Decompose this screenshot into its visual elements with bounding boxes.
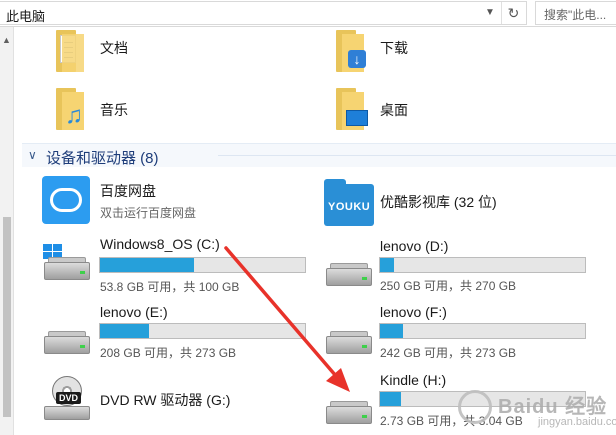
group-title: 设备和驱动器 (8) <box>46 150 159 167</box>
folder-documents[interactable]: 文档 <box>48 30 248 74</box>
group-divider <box>218 155 616 156</box>
search-box[interactable]: 搜索"此电... <box>535 1 616 25</box>
drive-d[interactable]: lenovo (D:) 250 GB 可用，共 270 GB <box>322 234 592 294</box>
drive-c[interactable]: Windows8_OS (C:) 53.8 GB 可用，共 100 GB <box>42 234 312 294</box>
folder-music[interactable]: ♫ 音乐 <box>48 88 248 132</box>
group-header-devices[interactable]: ∨ 设备和驱动器 (8) <box>22 143 616 167</box>
scroll-up-icon[interactable]: ▲ <box>2 35 11 45</box>
navigation-pane-scrollbar[interactable]: ▲ <box>0 27 14 435</box>
watermark-text: Baidu 经验 <box>498 396 608 418</box>
app-name: 优酷影视库 (32 位) <box>380 194 497 210</box>
drive-icon <box>324 324 374 358</box>
app-baidu-netdisk[interactable]: 百度网盘 双击运行百度网盘 <box>42 176 292 228</box>
drive-usage-bar <box>379 257 586 273</box>
drive-icon <box>324 394 374 428</box>
address-bar[interactable]: 此电脑 ▼ ↻ <box>0 1 527 25</box>
drive-name: lenovo (F:) <box>380 304 447 320</box>
baidu-netdisk-icon <box>42 176 90 224</box>
folder-downloads[interactable]: ↓ 下载 <box>328 30 528 74</box>
search-input[interactable]: 搜索"此电... <box>544 6 606 23</box>
folder-label: 文档 <box>100 40 128 56</box>
app-subtitle: 双击运行百度网盘 <box>100 206 197 220</box>
drive-space: 53.8 GB 可用，共 100 GB <box>100 280 240 294</box>
drive-name: DVD RW 驱动器 (G:) <box>100 392 231 408</box>
scrollbar-thumb[interactable] <box>3 217 11 417</box>
drive-g-dvd[interactable]: DVD DVD RW 驱动器 (G:) <box>42 376 312 426</box>
music-folder-icon: ♫ <box>48 88 92 132</box>
baidu-jingyan-watermark: Baidu 经验 jingyan.baidu.com <box>452 384 616 435</box>
drive-usage-bar <box>99 257 306 273</box>
dvd-drive-icon: DVD <box>42 376 92 424</box>
drive-usage-bar <box>379 323 586 339</box>
drive-name: Kindle (H:) <box>380 372 447 388</box>
folder-label: 音乐 <box>100 102 128 118</box>
baidu-paw-icon <box>458 390 492 424</box>
drive-icon <box>42 324 92 358</box>
refresh-icon[interactable]: ↻ <box>501 2 525 24</box>
dvd-badge: DVD <box>56 392 82 404</box>
drive-name: Windows8_OS (C:) <box>100 236 220 252</box>
address-path[interactable]: 此电脑 <box>6 6 45 25</box>
desktop-folder-icon <box>328 88 372 132</box>
folder-desktop[interactable]: 桌面 <box>328 88 528 132</box>
folder-label: 下载 <box>380 40 408 56</box>
address-toolbar: 此电脑 ▼ ↻ 搜索"此电... <box>0 0 616 27</box>
drive-usage-bar <box>99 323 306 339</box>
drive-e[interactable]: lenovo (E:) 208 GB 可用，共 273 GB <box>42 304 312 364</box>
drive-name: lenovo (E:) <box>100 304 168 320</box>
chevron-down-icon[interactable]: ▼ <box>480 2 500 24</box>
app-name: 百度网盘 <box>100 183 156 199</box>
documents-folder-icon <box>48 30 92 74</box>
folder-label: 桌面 <box>380 102 408 118</box>
drive-name: lenovo (D:) <box>380 238 449 254</box>
downloads-folder-icon: ↓ <box>328 30 372 74</box>
drive-space: 250 GB 可用，共 270 GB <box>380 279 517 293</box>
watermark-subtext: jingyan.baidu.com <box>538 416 616 428</box>
system-drive-icon <box>42 244 92 284</box>
youku-icon-text: YOUKU <box>328 201 371 213</box>
app-youku[interactable]: YOUKU 优酷影视库 (32 位) <box>322 179 582 230</box>
chevron-down-icon[interactable]: ∨ <box>28 148 37 162</box>
youku-icon: YOUKU <box>324 179 374 226</box>
drive-space: 208 GB 可用，共 273 GB <box>100 346 237 360</box>
drive-space: 242 GB 可用，共 273 GB <box>380 346 517 360</box>
drive-icon <box>324 256 374 290</box>
drive-f[interactable]: lenovo (F:) 242 GB 可用，共 273 GB <box>322 304 592 364</box>
